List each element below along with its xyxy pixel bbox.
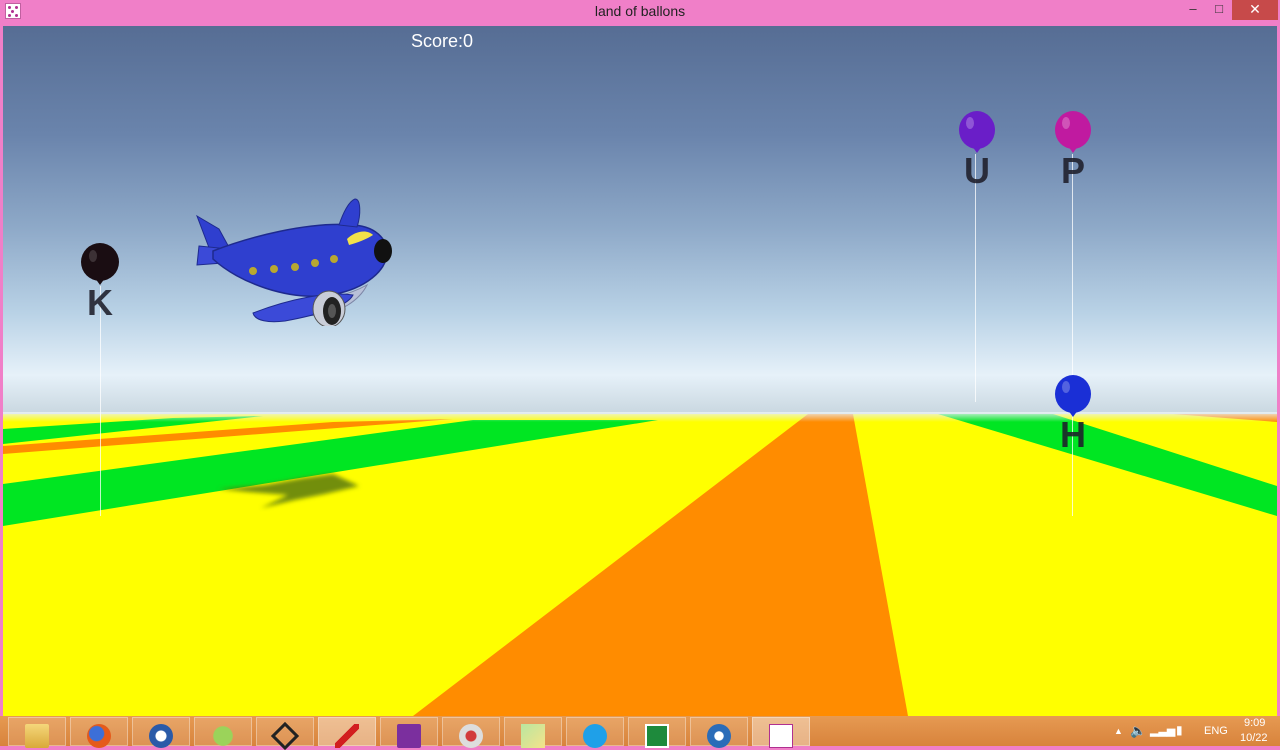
calculator-icon bbox=[645, 724, 669, 748]
onenote-icon bbox=[397, 724, 421, 748]
taskbar-button-media-player[interactable] bbox=[132, 717, 190, 748]
taskbar-button-onenote[interactable] bbox=[380, 717, 438, 748]
balloon-body bbox=[1055, 111, 1091, 153]
tray-expand-icon[interactable]: ▲ bbox=[1114, 726, 1123, 736]
media-player-icon bbox=[149, 724, 173, 748]
system-tray: ▲ 🔈 ▂▃▅ ▮ ENG 9:09 10/22 bbox=[1110, 716, 1280, 746]
window-title: land of ballons bbox=[594, 3, 686, 19]
taskbar-button-file-explorer[interactable] bbox=[8, 717, 66, 748]
balloon-body bbox=[81, 243, 119, 285]
balloon-fill bbox=[1055, 111, 1091, 149]
taskbar-button-flash[interactable] bbox=[318, 717, 376, 748]
balloon-fill bbox=[1055, 375, 1091, 413]
snipping-tool-icon bbox=[459, 724, 483, 748]
firefox-icon bbox=[87, 724, 111, 748]
balloon-letter: H bbox=[1060, 414, 1086, 455]
battery-icon[interactable]: ▮ bbox=[1176, 723, 1183, 737]
balloon-string bbox=[975, 154, 976, 402]
taskbar-button-unity[interactable] bbox=[256, 717, 314, 750]
network-icon[interactable]: ▂▃▅ bbox=[1150, 724, 1175, 737]
balloon-fill bbox=[81, 243, 119, 281]
clock-date[interactable]: 10/22 bbox=[1240, 732, 1268, 744]
maximize-button[interactable]: □ bbox=[1206, 0, 1232, 20]
taskbar-button-snipping-tool[interactable] bbox=[442, 717, 500, 748]
balloon-p[interactable]: P bbox=[1051, 111, 1095, 191]
close-button[interactable]: ✕ bbox=[1232, 0, 1278, 20]
sticky-notes-icon bbox=[521, 724, 545, 748]
balloon-body bbox=[959, 111, 995, 153]
clock-time[interactable]: 9:09 bbox=[1244, 717, 1265, 729]
balloon-fill bbox=[959, 111, 995, 149]
balloon-h[interactable]: H bbox=[1051, 375, 1095, 455]
balloon-letter: P bbox=[1060, 150, 1085, 191]
file-explorer-icon bbox=[25, 724, 49, 748]
score-label: Score:0 bbox=[411, 31, 474, 51]
game-app-icon bbox=[769, 724, 793, 748]
android-studio-icon bbox=[211, 724, 235, 748]
taskbar-button-android-studio[interactable] bbox=[194, 717, 252, 748]
volume-icon[interactable]: 🔈 bbox=[1130, 723, 1146, 739]
taskbar-button-sticky-notes[interactable] bbox=[504, 717, 562, 748]
taskbar-button-calculator[interactable] bbox=[628, 717, 686, 748]
balloon-u[interactable]: U bbox=[955, 111, 999, 191]
game-viewport[interactable]: Score:0 K U P H bbox=[3, 26, 1277, 716]
balloon-letter: U bbox=[964, 150, 990, 191]
app-swirl-icon bbox=[707, 724, 731, 748]
balloon-letter: K bbox=[87, 282, 113, 323]
taskbar-button-skype[interactable] bbox=[566, 717, 624, 748]
player-airplane bbox=[196, 198, 392, 326]
taskbar: ▲ 🔈 ▂▃▅ ▮ ENG 9:09 10/22 bbox=[0, 716, 1280, 750]
skype-icon bbox=[583, 724, 607, 748]
flash-icon bbox=[335, 724, 359, 748]
title-bar: land of ballons ‒ □ ✕ bbox=[0, 0, 1280, 26]
taskbar-button-firefox[interactable] bbox=[70, 717, 128, 748]
taskbar-button-game[interactable] bbox=[752, 717, 810, 748]
balloon-k[interactable]: K bbox=[78, 243, 122, 323]
language-indicator[interactable]: ENG bbox=[1204, 725, 1228, 737]
minimize-button[interactable]: ‒ bbox=[1180, 0, 1206, 20]
balloon-body bbox=[1055, 375, 1091, 417]
taskbar-button-app-swirl[interactable] bbox=[690, 717, 748, 748]
